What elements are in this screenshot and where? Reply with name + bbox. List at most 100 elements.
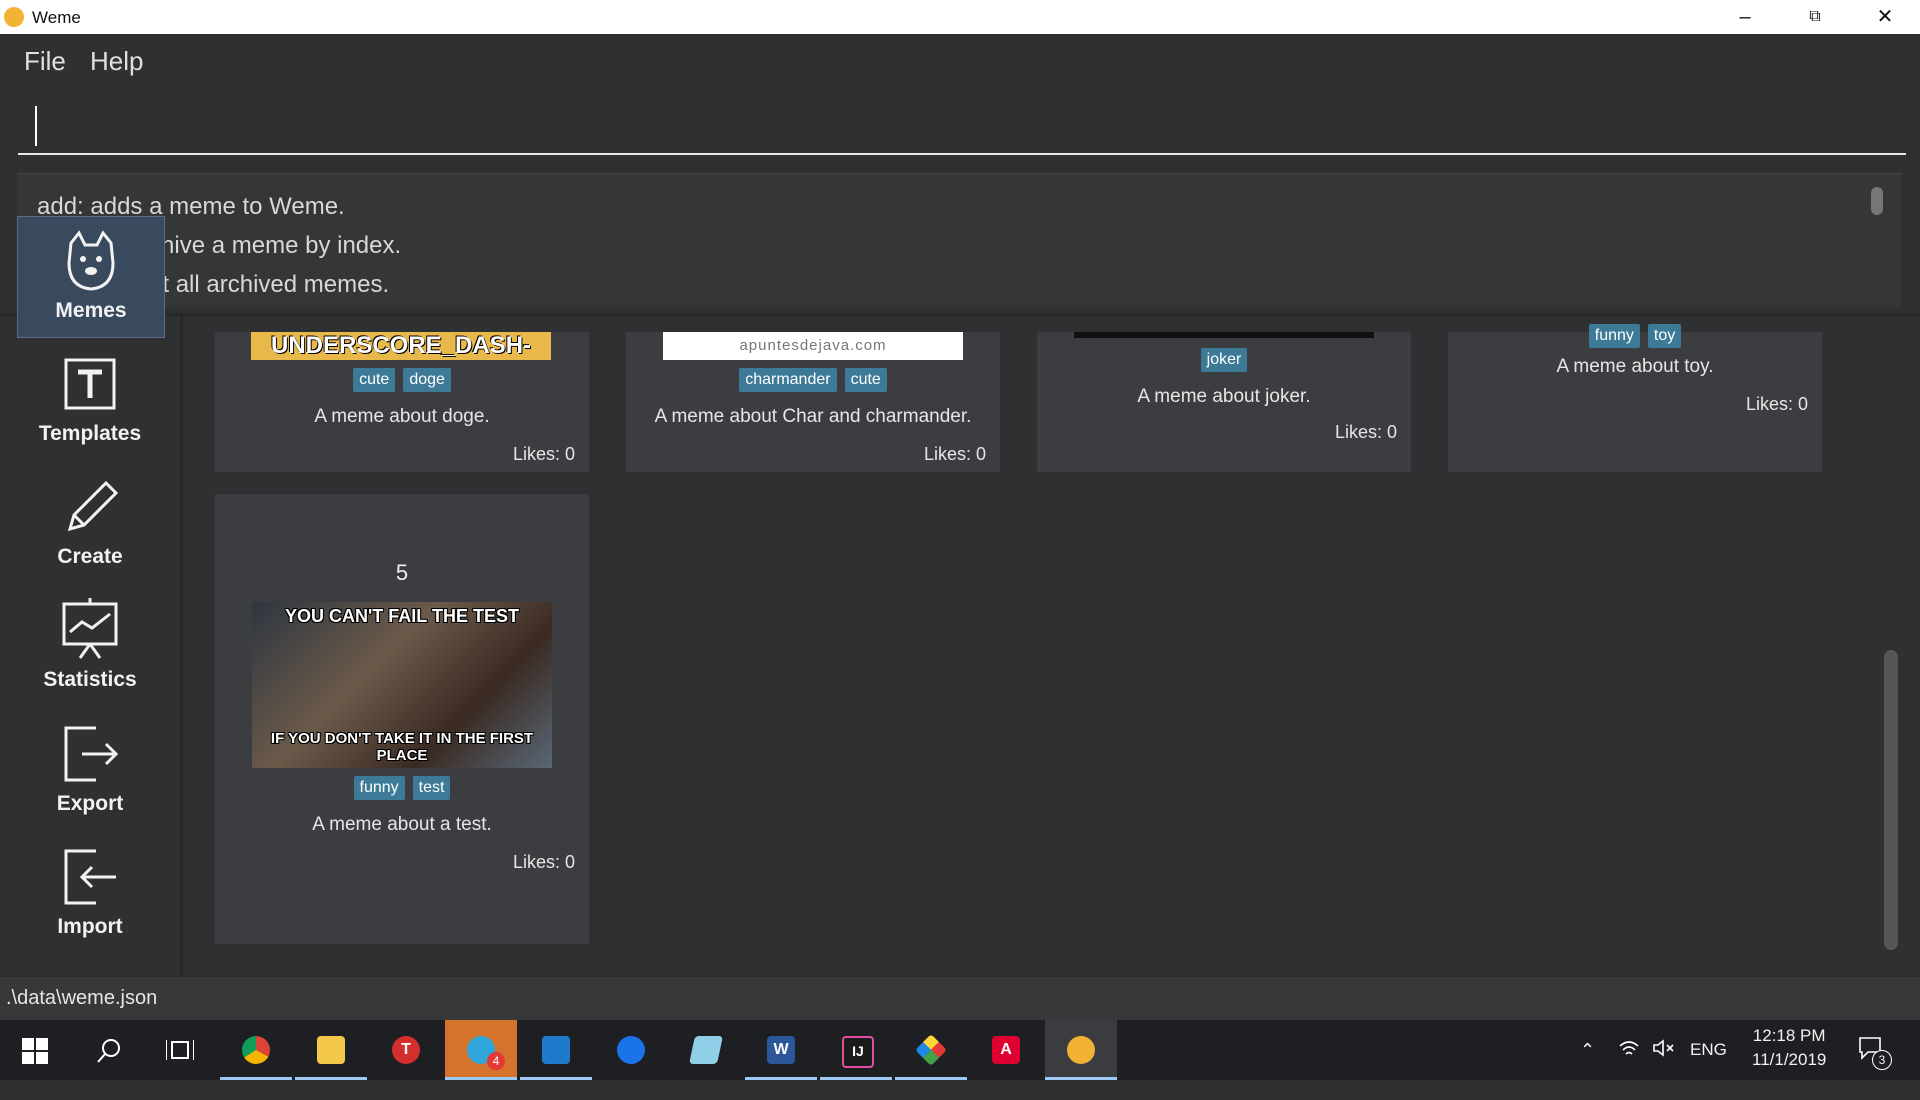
- tag[interactable]: test: [412, 776, 451, 800]
- search-icon: [97, 1039, 120, 1063]
- speaker-muted-icon[interactable]: [1652, 1038, 1676, 1098]
- restore-icon[interactable]: ⧉: [1780, 0, 1850, 34]
- text-caret: [35, 106, 37, 146]
- grid-scrollbar[interactable]: [1884, 650, 1898, 950]
- title-bar: Weme – ⧉ ✕: [0, 0, 1920, 34]
- command-input[interactable]: [18, 106, 1898, 150]
- sidebar-item-templates[interactable]: Templates: [17, 340, 163, 460]
- sidebar-item-label: Statistics: [43, 668, 137, 691]
- maps-pin-icon: [617, 1036, 645, 1064]
- vscode-icon: [542, 1036, 570, 1064]
- tag-list: charmander cute: [626, 368, 1000, 392]
- meme-image: UNDERSCORE_DASH-: [251, 332, 551, 360]
- tag[interactable]: charmander: [739, 368, 837, 392]
- meme-description: A meme about toy.: [1556, 356, 1714, 377]
- tag-list: cute doge: [215, 368, 589, 392]
- taskbar-telegram[interactable]: 4: [445, 1020, 517, 1080]
- windows-icon: [22, 1038, 48, 1064]
- tag[interactable]: cute: [353, 368, 396, 392]
- meme-likes: Likes: 0: [1334, 422, 1397, 442]
- tray-overflow-icon[interactable]: ⌃: [1580, 1040, 1595, 1100]
- status-bar: .\data\weme.json: [0, 976, 1920, 1021]
- meme-image-bottom-text: IF YOU DON'T TAKE IT IN THE FIRST PLACE: [270, 730, 534, 764]
- clock[interactable]: 12:18 PM 11/1/2019: [1752, 1026, 1826, 1086]
- tag[interactable]: cute: [844, 368, 887, 392]
- tag-list: funny toy: [1448, 324, 1822, 348]
- task-view-icon: [166, 1040, 194, 1060]
- search-button[interactable]: [72, 1020, 144, 1080]
- tag[interactable]: funny: [353, 776, 405, 800]
- meme-card[interactable]: apuntesdejava.com charmander cute A meme …: [626, 332, 1000, 472]
- app-icon: [4, 7, 24, 27]
- tag[interactable]: doge: [403, 368, 451, 392]
- todo-app-icon: T: [392, 1036, 420, 1064]
- doge-icon: [67, 230, 115, 291]
- action-center-button[interactable]: 3: [1858, 1036, 1892, 1096]
- pencil-icon: [67, 480, 119, 532]
- taskbar: T 4 W IJ A ⌃ ENG 12:18 PM 11/1/2019 3: [0, 1020, 1920, 1080]
- taskbar-file-explorer[interactable]: [295, 1020, 367, 1080]
- meme-image-text: apuntesdejava.com: [739, 337, 887, 354]
- tag[interactable]: funny: [1588, 324, 1640, 348]
- sidebar-item-label: Memes: [55, 299, 127, 322]
- import-icon: [64, 849, 116, 905]
- meme-likes: Likes: 0: [923, 444, 986, 464]
- tag[interactable]: toy: [1647, 324, 1682, 348]
- menu-file[interactable]: File: [24, 46, 66, 77]
- meme-description: A meme about a test.: [312, 814, 492, 835]
- taskbar-maps[interactable]: [595, 1020, 667, 1080]
- sidebar-item-statistics[interactable]: Statistics: [17, 586, 163, 706]
- taskbar-intellij[interactable]: IJ: [820, 1020, 892, 1080]
- tag-list: funny test: [215, 776, 589, 800]
- language-indicator[interactable]: ENG: [1690, 1040, 1727, 1100]
- meme-likes: Likes: 0: [512, 444, 575, 464]
- sidebar-item-import[interactable]: Import: [17, 833, 163, 953]
- sidebar-item-label: Templates: [38, 422, 142, 445]
- taskbar-weme[interactable]: [1045, 1020, 1117, 1080]
- command-box[interactable]: [0, 88, 1920, 172]
- menu-help[interactable]: Help: [90, 46, 143, 77]
- meme-grid: UNDERSCORE_DASH- cute doge A meme about d…: [183, 316, 1883, 976]
- clock-date: 11/1/2019: [1752, 1050, 1827, 1069]
- start-button[interactable]: [0, 1020, 72, 1080]
- meme-image-top-text: YOU CAN'T FAIL THE TEST: [285, 606, 519, 626]
- word-icon: W: [767, 1036, 795, 1064]
- meme-card[interactable]: joker A meme about joker. Likes: 0: [1037, 332, 1411, 472]
- sidebar-item-create[interactable]: Create: [17, 463, 163, 583]
- taskbar-angular[interactable]: A: [970, 1020, 1042, 1080]
- result-scrollbar[interactable]: [1871, 187, 1883, 215]
- taskbar-word[interactable]: W: [745, 1020, 817, 1080]
- menu-bar: File Help: [0, 34, 1920, 88]
- meme-index: 5: [395, 560, 409, 585]
- weme-app-icon: [1067, 1036, 1095, 1064]
- taskbar-notebook[interactable]: [670, 1020, 742, 1080]
- result-display: add: adds a meme to Weme. archive: archi…: [17, 173, 1901, 307]
- wifi-icon[interactable]: [1618, 1038, 1640, 1098]
- template-icon: [64, 358, 116, 410]
- sidebar-item-export[interactable]: Export: [17, 710, 163, 830]
- taskbar-vscode[interactable]: [520, 1020, 592, 1080]
- meme-description: A meme about joker.: [1137, 386, 1311, 407]
- meme-image-text: UNDERSCORE_DASH-: [270, 332, 532, 359]
- folder-icon: [317, 1036, 345, 1064]
- tag[interactable]: joker: [1200, 348, 1248, 372]
- close-icon[interactable]: ✕: [1850, 0, 1920, 34]
- task-view-button[interactable]: [144, 1020, 216, 1080]
- export-icon: [64, 726, 119, 782]
- meme-description: A meme about doge.: [314, 406, 490, 427]
- meme-card[interactable]: funny toy A meme about toy. Likes: 0: [1448, 324, 1822, 472]
- taskbar-sourcetree[interactable]: [895, 1020, 967, 1080]
- meme-card[interactable]: 5 YOU CAN'T FAIL THE TEST IF YOU DON'T T…: [215, 494, 589, 944]
- taskbar-todoist[interactable]: T: [370, 1020, 442, 1080]
- angular-icon: A: [992, 1036, 1020, 1064]
- meme-card[interactable]: UNDERSCORE_DASH- cute doge A meme about d…: [215, 332, 589, 472]
- taskbar-chrome[interactable]: [220, 1020, 292, 1080]
- intellij-icon: IJ: [842, 1036, 874, 1068]
- telegram-badge: 4: [487, 1052, 505, 1070]
- chrome-icon: [242, 1036, 270, 1064]
- sidebar-item-memes[interactable]: Memes: [17, 216, 165, 338]
- notebook-icon: [689, 1036, 723, 1064]
- minimize-icon[interactable]: –: [1710, 0, 1780, 34]
- meme-likes: Likes: 0: [512, 852, 575, 872]
- meme-description: A meme about Char and charmander.: [654, 406, 972, 427]
